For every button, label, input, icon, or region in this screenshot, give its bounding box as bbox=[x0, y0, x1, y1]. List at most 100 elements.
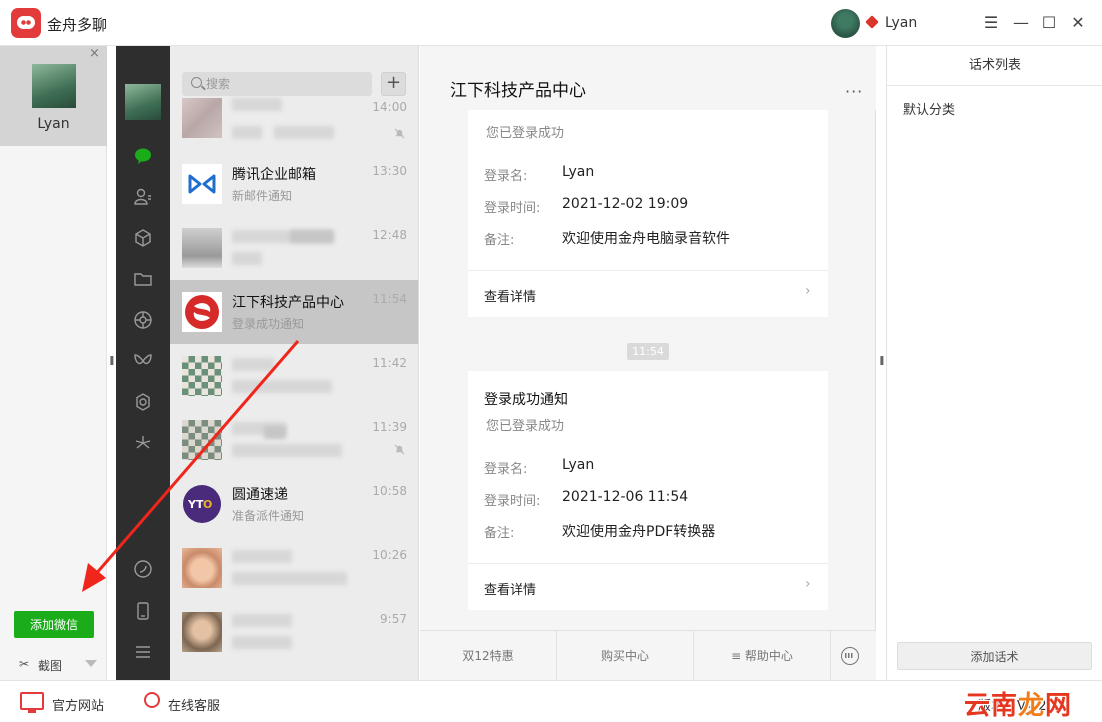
user-avatar[interactable] bbox=[831, 9, 860, 38]
menu-double12[interactable]: 双12特惠 bbox=[420, 631, 557, 681]
card-heading: 登录成功通知 bbox=[484, 392, 568, 408]
chat-item[interactable]: 14:00 bbox=[170, 90, 418, 152]
blurred-preview bbox=[232, 444, 342, 457]
chevron-right-icon: › bbox=[805, 576, 811, 592]
dropdown-icon[interactable] bbox=[85, 660, 97, 667]
status-bar: 官方网站 在线客服 版本：V4.2.2 云南龙网 bbox=[0, 680, 1102, 722]
user-support-icon[interactable] bbox=[144, 692, 160, 708]
blurred-name bbox=[232, 550, 292, 563]
blurred-preview bbox=[232, 126, 262, 139]
add-script-button[interactable]: 添加话术 bbox=[897, 642, 1092, 670]
link-icon[interactable] bbox=[130, 556, 156, 582]
chat-time: 11:39 bbox=[372, 420, 407, 434]
svg-text:YT: YT bbox=[187, 498, 204, 511]
yto-express-avatar: YT O bbox=[183, 485, 221, 523]
blurred-preview bbox=[274, 126, 334, 139]
maximize-button[interactable]: ☐ bbox=[1038, 12, 1060, 34]
phone-icon[interactable] bbox=[130, 598, 156, 624]
chat-item-jiangxia-tech[interactable]: 江下科技产品中心 登录成功通知 11:54 bbox=[170, 280, 418, 344]
app-title: 金舟多聊 bbox=[47, 16, 108, 34]
app-logo-icon bbox=[11, 8, 41, 38]
blurred-name bbox=[290, 230, 334, 243]
chat-avatar bbox=[182, 356, 222, 396]
box-icon[interactable] bbox=[130, 225, 156, 251]
official-site-link[interactable]: 官方网站 bbox=[52, 695, 104, 714]
mini-program-icon[interactable] bbox=[130, 389, 156, 415]
chat-name: 圆通速递 bbox=[232, 487, 288, 503]
field-label: 登录名: bbox=[484, 169, 528, 184]
menu-purchase-center[interactable]: 购买中心 bbox=[557, 631, 694, 681]
account-name: Lyan bbox=[37, 116, 70, 132]
chat-avatar bbox=[182, 98, 222, 138]
more-options-icon[interactable]: ··· bbox=[845, 82, 863, 101]
blurred-preview bbox=[232, 572, 347, 585]
add-wechat-button[interactable]: 添加微信 bbox=[14, 611, 94, 638]
chat-time: 10:58 bbox=[372, 484, 407, 498]
chat-item-yto-express[interactable]: YT O 圆通速递 准备派件通知 10:58 bbox=[170, 472, 418, 536]
online-support-link[interactable]: 在线客服 bbox=[168, 695, 220, 714]
chevron-right-icon: › bbox=[805, 283, 811, 299]
minimize-button[interactable]: — bbox=[1010, 12, 1032, 34]
official-account-menu: 双12特惠 购买中心 ≡ 帮助中心 bbox=[420, 630, 876, 681]
menu-help-center[interactable]: ≡ 帮助中心 bbox=[694, 631, 831, 681]
account-avatar[interactable] bbox=[32, 64, 76, 108]
search-icon bbox=[191, 77, 202, 88]
chat-item-tencent-mail[interactable]: 腾讯企业邮箱 新邮件通知 13:30 bbox=[170, 152, 418, 216]
chat-time: 14:00 bbox=[372, 100, 407, 114]
blurred-name bbox=[264, 426, 286, 439]
chat-item[interactable]: 11:39 bbox=[170, 408, 418, 472]
folder-icon[interactable] bbox=[130, 266, 156, 292]
view-details-link[interactable]: 查看详情 › bbox=[468, 270, 828, 316]
conversation-pane: 江下科技产品中心 ··· 您已登录成功 登录名: Lyan 登录时间: 2021… bbox=[420, 46, 876, 681]
scripts-panel: 话术列表 默认分类 添加话术 bbox=[886, 46, 1102, 680]
account-card[interactable]: Lyan × bbox=[0, 46, 107, 146]
chat-item[interactable]: 11:42 bbox=[170, 344, 418, 408]
mute-bell-icon bbox=[394, 444, 405, 455]
discover-icon[interactable] bbox=[130, 430, 156, 456]
mute-bell-icon bbox=[394, 128, 405, 139]
blurred-preview bbox=[232, 252, 262, 265]
view-details-link[interactable]: 查看详情 › bbox=[468, 563, 828, 609]
chat-avatar bbox=[182, 548, 222, 588]
keyboard-icon[interactable] bbox=[841, 647, 859, 665]
chat-icon[interactable] bbox=[130, 143, 156, 169]
script-category-default[interactable]: 默认分类 bbox=[903, 99, 955, 118]
vip-diamond-icon bbox=[865, 15, 879, 29]
field-label: 备注: bbox=[484, 233, 515, 248]
chat-item[interactable]: 10:26 bbox=[170, 536, 418, 600]
blurred-name bbox=[232, 358, 274, 371]
monitor-icon[interactable] bbox=[20, 692, 44, 713]
hamburger-menu-icon[interactable] bbox=[130, 639, 156, 665]
channels-icon[interactable] bbox=[130, 348, 156, 374]
title-bar: 金舟多聊 Lyan ☰ — ☐ ✕ bbox=[0, 0, 1102, 46]
chat-item[interactable]: 12:48 bbox=[170, 216, 418, 280]
wechat-nav-rail bbox=[116, 46, 170, 680]
field-label: 登录时间: bbox=[484, 494, 541, 509]
field-label: 登录时间: bbox=[484, 201, 541, 216]
close-button[interactable]: ✕ bbox=[1067, 12, 1089, 34]
field-value: Lyan bbox=[562, 164, 595, 180]
screenshot-tool[interactable]: ✂ 截图 bbox=[0, 649, 107, 679]
user-name[interactable]: Lyan bbox=[885, 15, 917, 31]
chat-avatar bbox=[182, 420, 222, 460]
moments-icon[interactable] bbox=[130, 307, 156, 333]
close-account-icon[interactable]: × bbox=[89, 46, 100, 61]
scripts-title: 话术列表 bbox=[887, 46, 1102, 86]
contacts-icon[interactable] bbox=[130, 184, 156, 210]
blurred-name bbox=[232, 614, 292, 627]
chat-list: + 14:00 腾讯企业邮箱 新邮件通知 13:30 12:48 江下科技产品中… bbox=[170, 46, 419, 680]
chat-time: 9:57 bbox=[380, 612, 407, 626]
conversation-title: 江下科技产品中心 bbox=[450, 81, 586, 101]
chat-item[interactable]: 9:57 bbox=[170, 600, 418, 664]
tencent-mail-avatar bbox=[182, 164, 222, 204]
chat-preview: 新邮件通知 bbox=[232, 189, 293, 203]
profile-avatar[interactable] bbox=[125, 84, 161, 120]
time-divider: 11:54 bbox=[627, 343, 669, 360]
watermark-logo: 云南龙网 bbox=[964, 691, 1073, 721]
chat-avatar bbox=[182, 612, 222, 652]
menu-icon[interactable]: ☰ bbox=[980, 12, 1002, 34]
field-label: 登录名: bbox=[484, 462, 528, 477]
chat-time: 10:26 bbox=[372, 548, 407, 562]
view-details-label: 查看详情 bbox=[484, 290, 537, 305]
login-notice-card: 您已登录成功 登录名: Lyan 登录时间: 2021-12-02 19:09 … bbox=[468, 110, 828, 317]
